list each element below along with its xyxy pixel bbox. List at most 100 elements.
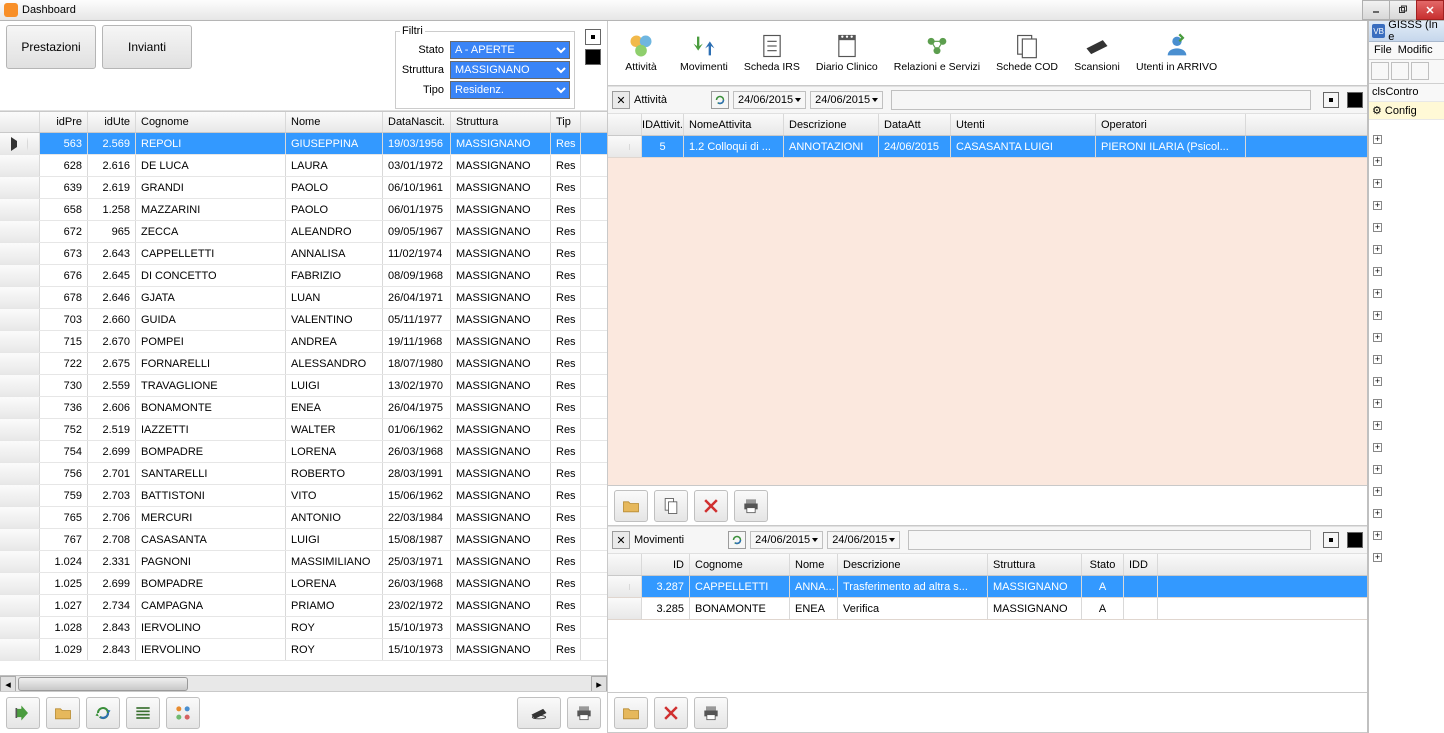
tree-node[interactable]: + xyxy=(1369,260,1444,282)
col-descrizione[interactable]: Descrizione xyxy=(784,114,879,135)
tree-node[interactable]: + xyxy=(1369,304,1444,326)
table-row[interactable]: 5632.569REPOLIGIUSEPPINA19/03/1956MASSIG… xyxy=(0,133,607,155)
mov-print[interactable] xyxy=(694,697,728,729)
movimenti-date-from[interactable]: 24/06/2015 xyxy=(750,531,823,549)
tree-node[interactable]: + xyxy=(1369,480,1444,502)
att-copy[interactable] xyxy=(654,490,688,522)
tb-schedairs[interactable]: Scheda IRS xyxy=(740,30,804,75)
tb-attivita[interactable]: Attività xyxy=(614,30,668,75)
attivita-date-from[interactable]: 24/06/2015 xyxy=(733,91,806,109)
table-row[interactable]: 1.0292.843IERVOLINOROY15/10/1973MASSIGNA… xyxy=(0,639,607,661)
col-dataatt[interactable]: DataAtt xyxy=(879,114,951,135)
tree-node[interactable]: + xyxy=(1369,524,1444,546)
table-row[interactable]: 7362.606BONAMONTEENEA26/04/1975MASSIGNAN… xyxy=(0,397,607,419)
table-row[interactable]: 7032.660GUIDAVALENTINO05/11/1977MASSIGNA… xyxy=(0,309,607,331)
movimenti-close[interactable]: ✕ xyxy=(612,531,630,549)
att-print[interactable] xyxy=(734,490,768,522)
mcol-id[interactable]: ID xyxy=(642,554,690,575)
tree-node[interactable]: + xyxy=(1369,282,1444,304)
table-row[interactable]: 7522.519IAZZETTIWALTER01/06/1962MASSIGNA… xyxy=(0,419,607,441)
movimenti-search[interactable] xyxy=(908,530,1311,550)
table-row[interactable]: 6282.616DE LUCALAURA03/01/1972MASSIGNANO… xyxy=(0,155,607,177)
stato-select[interactable]: A - APERTE xyxy=(450,41,570,59)
table-row[interactable]: 7592.703BATTISTONIVITO15/06/1962MASSIGNA… xyxy=(0,485,607,507)
table-row[interactable]: 6392.619GRANDIPAOLO06/10/1961MASSIGNANOR… xyxy=(0,177,607,199)
ide-tb-3[interactable] xyxy=(1411,62,1429,80)
mcol-struttura[interactable]: Struttura xyxy=(988,554,1082,575)
tree-node[interactable]: + xyxy=(1369,348,1444,370)
tree-node[interactable]: + xyxy=(1369,502,1444,524)
movimenti-row[interactable]: 3.287CAPPELLETTIANNA...Trasferimento ad … xyxy=(608,576,1367,598)
mcol-nome[interactable]: Nome xyxy=(790,554,838,575)
menu-modifica[interactable]: Modific xyxy=(1398,44,1433,57)
tree-node[interactable]: + xyxy=(1369,546,1444,568)
movimenti-ind-dot[interactable] xyxy=(1323,532,1339,548)
col-utenti[interactable]: Utenti xyxy=(951,114,1096,135)
table-row[interactable]: 7152.670POMPEIANDREA19/11/1968MASSIGNANO… xyxy=(0,331,607,353)
ide-tb-2[interactable] xyxy=(1391,62,1409,80)
close-button[interactable] xyxy=(1416,0,1444,20)
table-row[interactable]: 672965ZECCAALEANDRO09/05/1967MASSIGNANOR… xyxy=(0,221,607,243)
minimize-button[interactable] xyxy=(1362,0,1390,20)
att-open[interactable] xyxy=(614,490,648,522)
col-tip[interactable]: Tip xyxy=(551,112,581,132)
table-row[interactable]: 1.0242.331PAGNONIMASSIMILIANO25/03/1971M… xyxy=(0,551,607,573)
col-idpre[interactable]: idPre xyxy=(40,112,88,132)
mov-open[interactable] xyxy=(614,697,648,729)
tb-relazioni[interactable]: Relazioni e Servizi xyxy=(890,30,984,75)
mcol-desc[interactable]: Descrizione xyxy=(838,554,988,575)
scanner-button[interactable] xyxy=(517,697,561,729)
col-nome[interactable]: Nome xyxy=(286,112,383,132)
print-button[interactable] xyxy=(567,697,601,729)
movimenti-ind-black[interactable] xyxy=(1347,532,1363,548)
mcol-cognome[interactable]: Cognome xyxy=(690,554,790,575)
ide-row-config[interactable]: ⚙ Config xyxy=(1369,102,1444,120)
table-row[interactable]: 7222.675FORNARELLIALESSANDRO18/07/1980MA… xyxy=(0,353,607,375)
scroll-right-arrow[interactable]: ▸ xyxy=(591,676,607,691)
mcol-stato[interactable]: Stato xyxy=(1082,554,1124,575)
tb-utenti-arrivo[interactable]: Utenti in ARRIVO xyxy=(1132,30,1221,75)
table-row[interactable]: 1.0252.699BOMPADRELORENA26/03/1968MASSIG… xyxy=(0,573,607,595)
col-nomeattivita[interactable]: NomeAttivita xyxy=(684,114,784,135)
tipo-select[interactable]: Residenz. xyxy=(450,81,570,99)
attivita-close[interactable]: ✕ xyxy=(612,91,630,109)
tree-node[interactable]: + xyxy=(1369,172,1444,194)
tree-node[interactable]: + xyxy=(1369,194,1444,216)
att-delete[interactable] xyxy=(694,490,728,522)
movimenti-date-to[interactable]: 24/06/2015 xyxy=(827,531,900,549)
col-cognome[interactable]: Cognome xyxy=(136,112,286,132)
tree-node[interactable]: + xyxy=(1369,238,1444,260)
attivita-date-to[interactable]: 24/06/2015 xyxy=(810,91,883,109)
tb-movimenti[interactable]: Movimenti xyxy=(676,30,732,75)
table-row[interactable]: 6581.258MAZZARINIPAOLO06/01/1975MASSIGNA… xyxy=(0,199,607,221)
tree-node[interactable]: + xyxy=(1369,370,1444,392)
table-row[interactable]: 6782.646GJATALUAN26/04/1971MASSIGNANORes xyxy=(0,287,607,309)
list-button[interactable] xyxy=(126,697,160,729)
open-folder-button[interactable] xyxy=(46,697,80,729)
attivita-row[interactable]: 51.2 Colloqui di ...ANNOTAZIONI24/06/201… xyxy=(608,136,1367,158)
table-row[interactable]: 7542.699BOMPADRELORENA26/03/1968MASSIGNA… xyxy=(0,441,607,463)
tree-node[interactable]: + xyxy=(1369,150,1444,172)
struttura-select[interactable]: MASSIGNANO xyxy=(450,61,570,79)
tree-node[interactable]: + xyxy=(1369,128,1444,150)
attivita-ind-dot[interactable] xyxy=(1323,92,1339,108)
scroll-left-arrow[interactable]: ◂ xyxy=(0,676,16,691)
scroll-thumb[interactable] xyxy=(18,677,188,691)
col-operatori[interactable]: Operatori xyxy=(1096,114,1246,135)
tree-node[interactable]: + xyxy=(1369,216,1444,238)
table-row[interactable]: 7672.708CASASANTALUIGI15/08/1987MASSIGNA… xyxy=(0,529,607,551)
invianti-button[interactable]: Invianti xyxy=(102,25,192,69)
ide-row-clscontro[interactable]: clsContro xyxy=(1369,84,1444,102)
indicator-black[interactable] xyxy=(585,49,601,65)
movimenti-refresh[interactable] xyxy=(728,531,746,549)
table-row[interactable]: 1.0272.734CAMPAGNAPRIAMO23/02/1972MASSIG… xyxy=(0,595,607,617)
tb-scansioni[interactable]: Scansioni xyxy=(1070,30,1124,75)
ide-tb-1[interactable] xyxy=(1371,62,1389,80)
tb-diario[interactable]: Diario Clinico xyxy=(812,30,882,75)
refresh-button[interactable] xyxy=(86,697,120,729)
prestazioni-button[interactable]: Prestazioni xyxy=(6,25,96,69)
attivita-search[interactable] xyxy=(891,90,1311,110)
table-row[interactable]: 6732.643CAPPELLETTIANNALISA11/02/1974MAS… xyxy=(0,243,607,265)
menu-file[interactable]: File xyxy=(1374,44,1392,57)
col-idute[interactable]: idUte xyxy=(88,112,136,132)
